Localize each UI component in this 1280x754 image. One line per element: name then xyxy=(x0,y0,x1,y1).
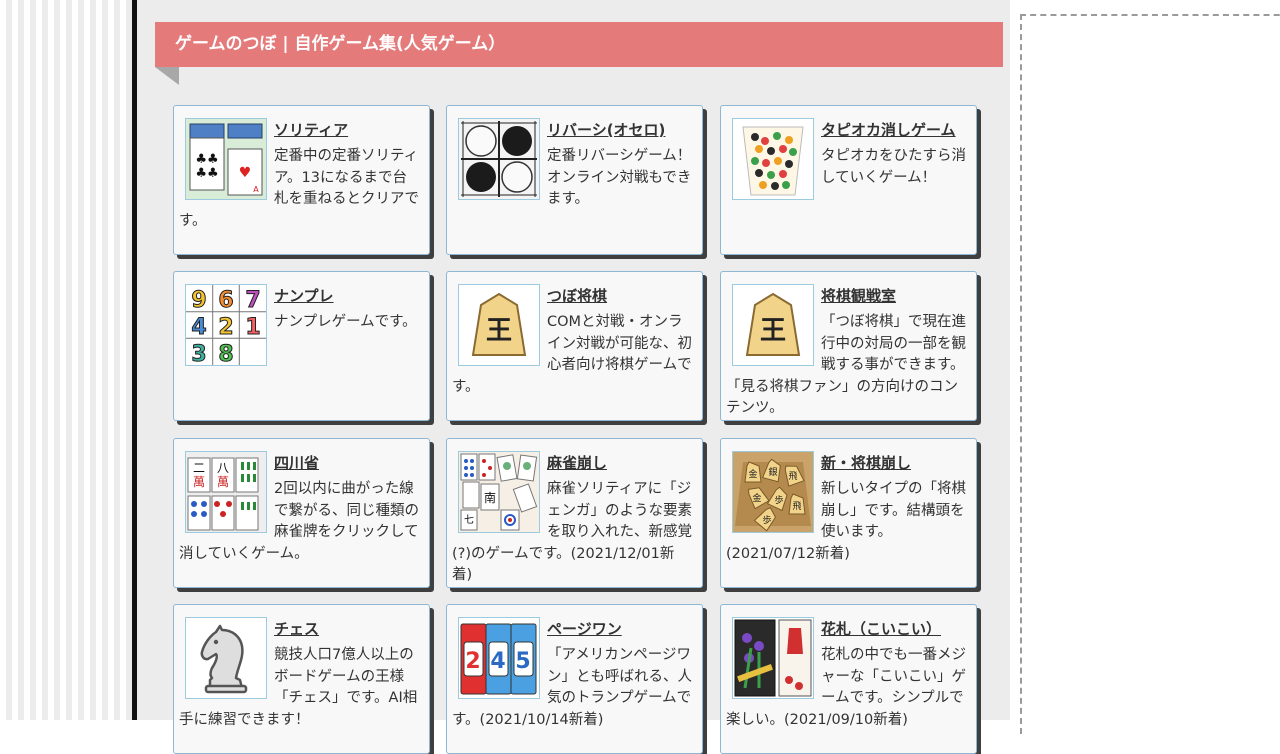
game-card-shogi-viewing[interactable]: 王 将棋観戦室 「つぼ将棋」で現在進行中の対局の一部を観戦する事ができます。「見… xyxy=(720,271,977,421)
game-card-chess[interactable]: チェス 競技人口7億人以上のボードゲームの王様「チェス」です。AI相手に練習でき… xyxy=(173,604,430,754)
game-card-solitaire[interactable]: ♣♣ ♣♣ ♥ A ソリティア 定番中の定番ソリティア。13になるまで台札を重ね… xyxy=(173,105,430,255)
numberplace-digit: 4 xyxy=(191,315,206,340)
section-title: ゲームのつぼ | 自作ゲーム集(人気ゲーム） xyxy=(175,34,506,54)
numberplace-digit: 7 xyxy=(245,288,260,313)
tile-char: 南 xyxy=(484,490,496,505)
tile-char: 八 xyxy=(217,461,229,475)
svg-text:♣♣: ♣♣ xyxy=(195,166,218,181)
pageone-cards-icon[interactable]: 2 4 5 xyxy=(458,617,540,699)
numberplace-digit: 6 xyxy=(218,288,233,313)
numberplace-digit: 2 xyxy=(218,315,233,340)
header-fold-decoration xyxy=(155,67,179,85)
shogi-piece-char: 飛 xyxy=(792,501,801,512)
game-card-reversi[interactable]: リバーシ(オセロ) 定番リバーシゲーム！オンライン対戦もできます。 xyxy=(446,105,703,255)
tapioca-icon[interactable] xyxy=(732,118,814,200)
shogi-piece-char: 王 xyxy=(486,316,512,346)
tile-char: 二 xyxy=(193,461,205,475)
chess-knight-icon[interactable] xyxy=(185,617,267,699)
game-card-numberplace[interactable]: 9 6 7 4 2 1 3 8 ナンプレ ナンプレゲームです。 xyxy=(173,271,430,421)
numberplace-digit: 8 xyxy=(218,342,233,365)
solitaire-icon[interactable]: ♣♣ ♣♣ ♥ A xyxy=(185,118,267,200)
svg-text:4: 4 xyxy=(490,649,505,674)
tile-char: 萬 xyxy=(217,475,229,489)
reversi-icon[interactable] xyxy=(458,118,540,200)
sidebar-placeholder xyxy=(1020,14,1280,734)
tile-char: 萬 xyxy=(193,475,205,489)
shogi-piece-char: 飛 xyxy=(788,471,797,482)
hanafuda-icon[interactable] xyxy=(732,617,814,699)
game-card-new-shogi-collapse[interactable]: 金 銀 飛 金 歩 飛 歩 新・将棋崩し 新しいタイプの「将棋崩し」です。結構頭… xyxy=(720,438,977,588)
section-header: ゲームのつぼ | 自作ゲーム集(人気ゲーム） xyxy=(155,22,1003,67)
tile-char: 七 xyxy=(464,514,474,526)
shogi-king-icon[interactable]: 王 xyxy=(458,284,540,366)
numberplace-digit: 1 xyxy=(245,315,260,340)
game-card-tsubo-shogi[interactable]: 王 つぼ将棋 COMと対戦・オンライン対戦が可能な、初心者向け将棋ゲームです。 xyxy=(446,271,703,421)
svg-text:♣♣: ♣♣ xyxy=(195,152,218,167)
svg-text:A: A xyxy=(253,185,259,194)
game-card-tapioca[interactable]: タピオカ消しゲーム タピオカをひたすら消していくゲーム！ xyxy=(720,105,977,255)
game-card-page-one[interactable]: 2 4 5 ページワン 「アメリカンページワン」とも呼ばれる、人気のトランプゲー… xyxy=(446,604,703,754)
shogi-collapse-icon[interactable]: 金 銀 飛 金 歩 飛 歩 xyxy=(732,451,814,533)
svg-text:2: 2 xyxy=(465,649,480,674)
game-card-shisensho[interactable]: 二 萬 八 萬 四川省 2回以内に曲がった線で繋がる、同じ種類の麻雀牌をクリック… xyxy=(173,438,430,588)
shogi-piece-char: 金 xyxy=(748,468,757,480)
shogi-piece-char: 王 xyxy=(760,316,786,346)
svg-text:♥: ♥ xyxy=(239,165,252,181)
mahjong-collapse-icon[interactable]: 南 七 xyxy=(458,451,540,533)
shogi-piece-char: 歩 xyxy=(762,514,771,526)
numberplace-icon[interactable]: 9 6 7 4 2 1 3 8 xyxy=(185,284,267,366)
shogi-piece-char: 歩 xyxy=(774,494,783,506)
numberplace-digit: 3 xyxy=(191,342,206,365)
shogi-piece-char: 金 xyxy=(752,492,761,504)
decorative-stripes xyxy=(0,0,132,720)
shogi-piece-char: 銀 xyxy=(768,466,777,478)
game-card-hanafuda[interactable]: 花札（こいこい） 花札の中でも一番メジャーな「こいこい」ゲームです。シンプルで楽… xyxy=(720,604,977,754)
shisensho-icon[interactable]: 二 萬 八 萬 xyxy=(185,451,267,533)
numberplace-digit: 9 xyxy=(191,288,206,313)
svg-text:5: 5 xyxy=(515,649,530,674)
shogi-king-icon[interactable]: 王 xyxy=(732,284,814,366)
game-card-mahjong-collapse[interactable]: 南 七 麻雀崩し 麻雀ソリティアに「ジェンガ」のような要素を取り入れた、新感覚(… xyxy=(446,438,703,588)
